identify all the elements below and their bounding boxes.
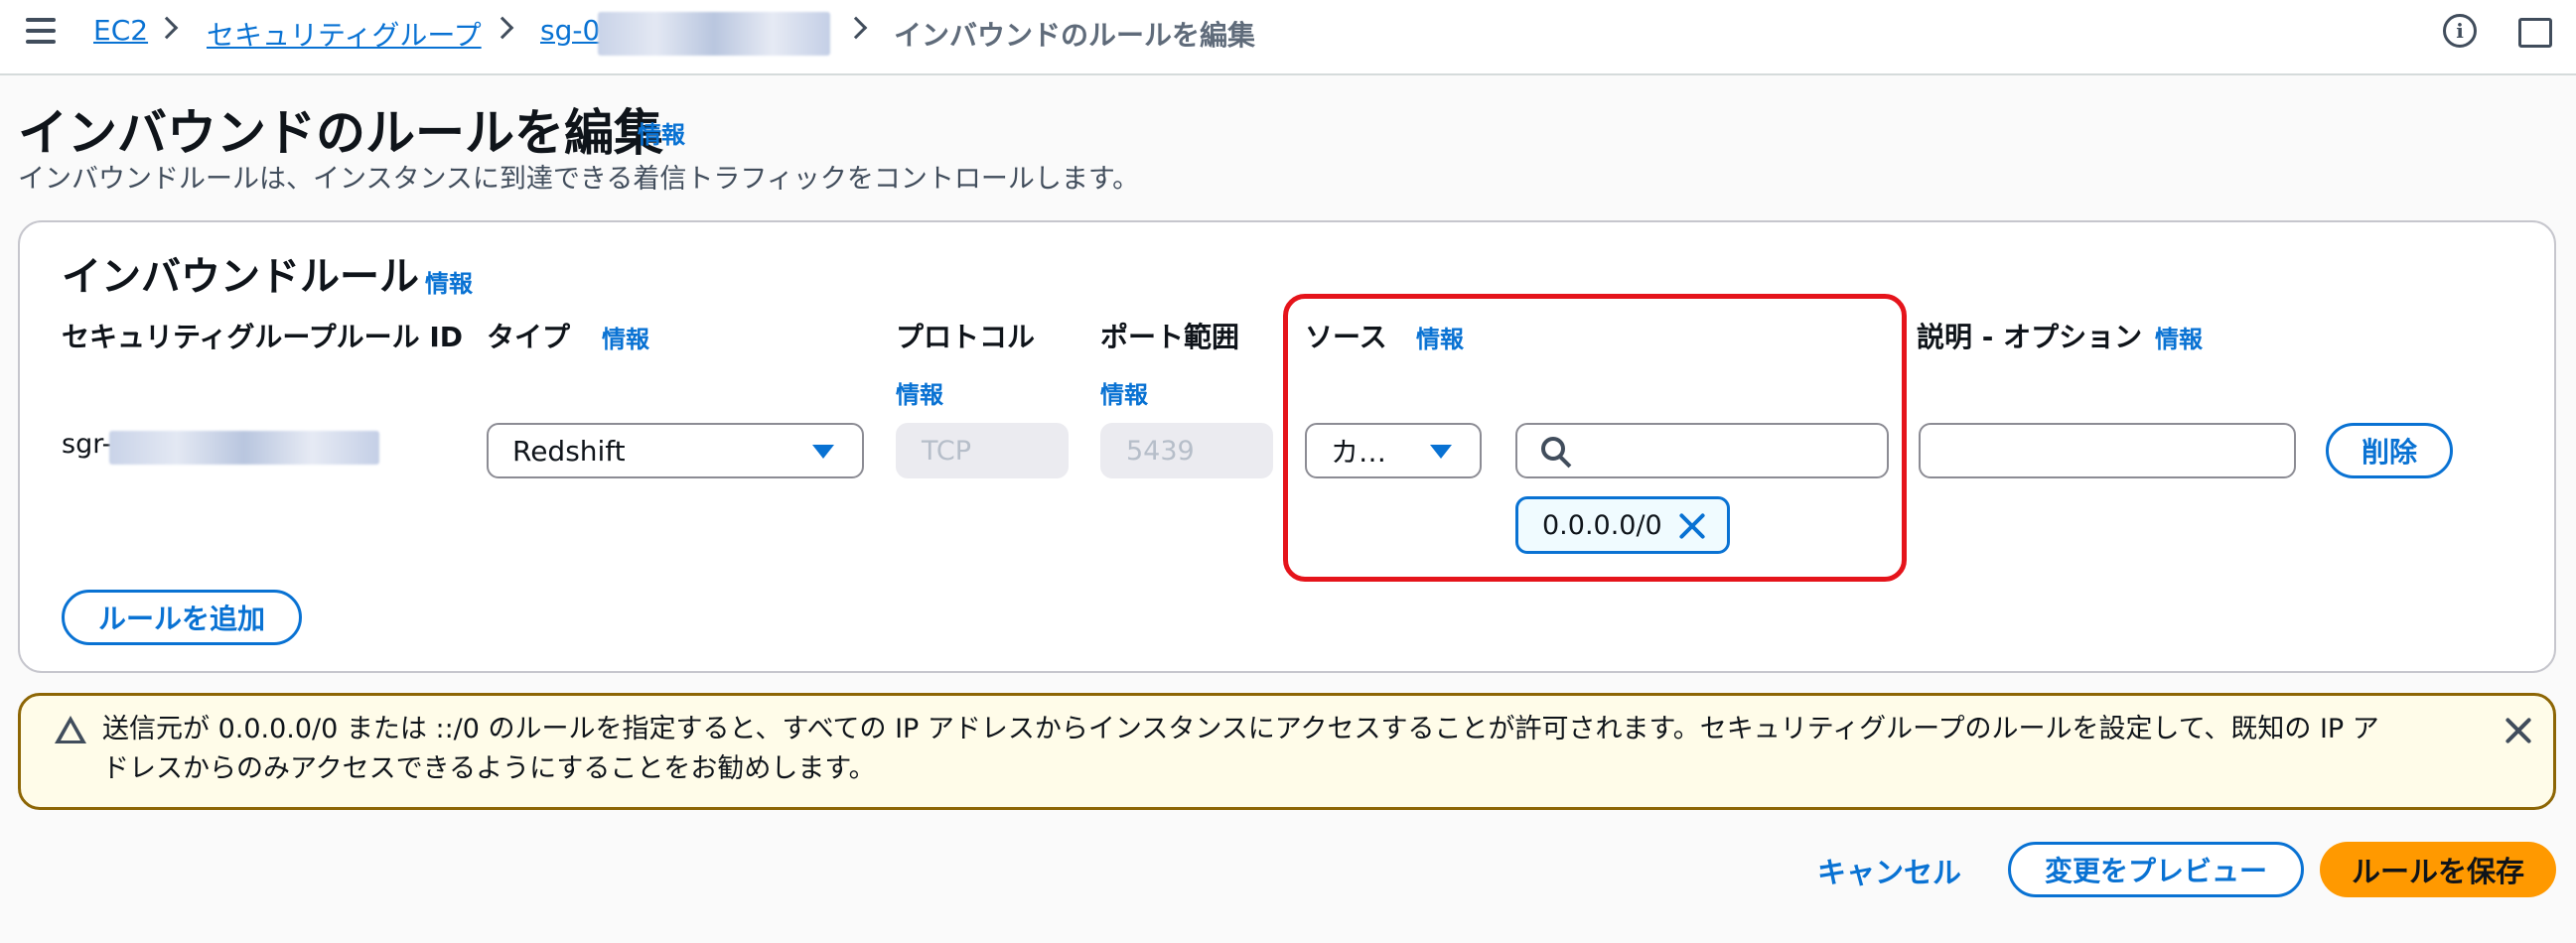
- breadcrumb-separator-icon: [844, 16, 868, 40]
- column-port-range: ポート範囲: [1100, 321, 1240, 353]
- top-navigation-bar: EC2 セキュリティグループ sg-0 インバウンドのルールを編集 i: [0, 0, 2576, 75]
- preview-changes-button[interactable]: 変更をプレビュー: [2008, 842, 2304, 897]
- source-highlight-annotation: [1283, 294, 1907, 582]
- section-title: インバウンドルール: [62, 254, 419, 300]
- warning-icon: [55, 716, 86, 743]
- protocol-info-link[interactable]: 情報: [896, 375, 943, 410]
- column-description: 説明 - オプション: [1917, 321, 2143, 353]
- description-info-link[interactable]: 情報: [2155, 320, 2203, 354]
- rule-id-value: sgr-: [62, 429, 112, 460]
- caret-down-icon: [812, 445, 834, 459]
- breadcrumb-ec2[interactable]: EC2: [93, 14, 148, 47]
- delete-button[interactable]: 削除: [2326, 423, 2453, 478]
- warning-text-line1: 送信元が 0.0.0.0/0 または ::/0 のルールを指定すると、すべての …: [102, 714, 2379, 744]
- breadcrumb-separator-icon: [491, 16, 514, 40]
- column-protocol: プロトコル: [896, 321, 1036, 353]
- port-range-info-link[interactable]: 情報: [1100, 375, 1148, 410]
- breadcrumb-separator-icon: [155, 16, 179, 40]
- warning-text-line2: ドレスからのみアクセスできるようにすることをお勧めします。: [102, 753, 876, 784]
- page-description: インバウンドルールは、インスタンスに到達できる着信トラフィックをコントロールしま…: [18, 164, 1140, 195]
- breadcrumb-current-page: インバウンドのルールを編集: [894, 19, 1256, 52]
- protocol-value: TCP: [922, 435, 972, 467]
- port-range-field: 5439: [1100, 423, 1273, 478]
- feedback-screen-icon[interactable]: [2518, 18, 2552, 48]
- page-title: インバウンドのルールを編集: [18, 104, 663, 162]
- section-info-link[interactable]: 情報: [425, 264, 473, 299]
- redacted-rule-id: [109, 431, 379, 465]
- dismiss-icon[interactable]: [2504, 716, 2533, 745]
- type-info-link[interactable]: 情報: [602, 320, 649, 354]
- column-type: タイプ: [487, 321, 571, 353]
- type-select-value: Redshift: [512, 434, 626, 468]
- redacted-id: [598, 12, 830, 56]
- description-input[interactable]: [1919, 423, 2296, 478]
- page-info-link[interactable]: 情報: [638, 115, 685, 150]
- info-icon[interactable]: i: [2443, 14, 2477, 48]
- warning-alert: 送信元が 0.0.0.0/0 または ::/0 のルールを指定すると、すべての …: [18, 693, 2556, 810]
- protocol-field: TCP: [896, 423, 1069, 478]
- type-select[interactable]: Redshift: [487, 423, 864, 478]
- breadcrumb-security-group-id[interactable]: sg-0: [540, 14, 600, 47]
- column-rule-id: セキュリティグループルール ID: [62, 321, 464, 353]
- breadcrumb-security-groups[interactable]: セキュリティグループ: [207, 14, 482, 54]
- save-rules-button[interactable]: ルールを保存: [2320, 842, 2556, 897]
- port-range-value: 5439: [1126, 435, 1195, 467]
- cancel-button[interactable]: キャンセル: [1817, 850, 1961, 891]
- add-rule-button[interactable]: ルールを追加: [62, 590, 302, 645]
- menu-icon[interactable]: [26, 16, 56, 46]
